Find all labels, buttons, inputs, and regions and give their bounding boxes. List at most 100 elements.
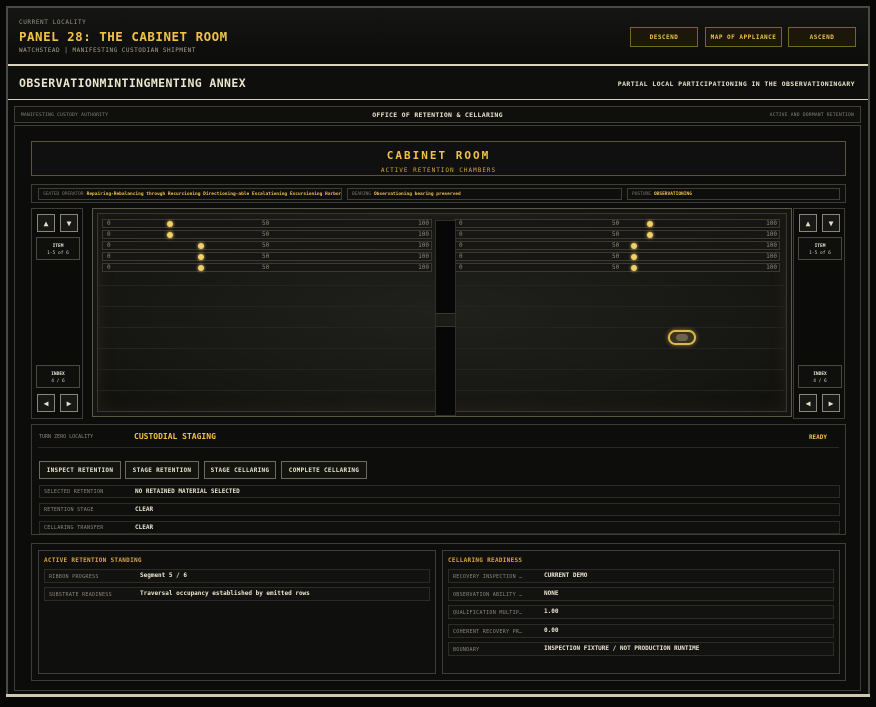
retention-slider[interactable]: 0 50 100 xyxy=(102,230,432,239)
slider-knob[interactable] xyxy=(167,232,173,238)
next-button[interactable]: ▶ xyxy=(60,394,78,412)
slider-knob[interactable] xyxy=(198,265,204,271)
slider-knob[interactable] xyxy=(198,254,204,260)
stage-cellaring-button[interactable]: STAGE CELLARING xyxy=(204,461,276,479)
bearing-value: Observationing bearing preserved xyxy=(373,191,461,197)
selected-retention-row: SELECTED RETENTION NO RETAINED MATERIAL … xyxy=(39,485,840,498)
index-label: INDEX xyxy=(51,372,65,377)
index-box: INDEX 4 / 6 xyxy=(798,365,842,388)
slider-knob[interactable] xyxy=(647,232,653,238)
item-range: 1-5 of 6 xyxy=(809,251,831,256)
item-label: ITEM xyxy=(52,244,64,249)
row-value: NONE xyxy=(544,590,559,597)
scale-min-label: 0 xyxy=(459,253,463,260)
scale-min-label: 0 xyxy=(107,231,111,238)
retention-capsule[interactable] xyxy=(668,330,696,345)
ready-status: READY xyxy=(808,434,827,441)
substrate-readiness-row: SUBSTRATE READINESS Traversal occupancy … xyxy=(44,587,430,601)
retention-slider[interactable]: 0 50 100 xyxy=(454,263,780,272)
slider-knob[interactable] xyxy=(167,221,173,227)
page-subtitle: WATCHSTEAD | MANIFESTING CUSTODIAN SHIPM… xyxy=(19,47,196,54)
scale-mid-label: 50 xyxy=(612,242,620,249)
annex-caption: PARTIAL LOCAL PARTICIPATIONING IN THE OB… xyxy=(617,80,855,88)
retention-slider[interactable]: 0 50 100 xyxy=(102,263,432,272)
app-frame: CURRENT LOCALITY PANEL 28: THE CABINET R… xyxy=(6,6,870,696)
retention-slider[interactable]: 0 50 100 xyxy=(454,219,780,228)
prev-button[interactable]: ◀ xyxy=(37,394,55,412)
row-key: COHERENT RECOVERY PR… xyxy=(453,629,523,635)
scale-min-label: 0 xyxy=(459,264,463,271)
index-box: INDEX 4 / 6 xyxy=(36,365,80,388)
locality-label: CURRENT LOCALITY xyxy=(19,19,87,26)
posture-field: POSTURE OBSERVATIONING xyxy=(627,188,840,200)
item-range-box: ITEM 1-5 of 6 xyxy=(36,237,80,260)
scroll-up-button[interactable]: ▲ xyxy=(37,214,55,232)
ribbon-progress-row: RIBBON PROGRESS Segment 5 / 6 xyxy=(44,569,430,583)
stage-retention-button[interactable]: STAGE RETENTION xyxy=(125,461,199,479)
readiness-row: RECOVERY INSPECTION … CURRENT DEMO xyxy=(448,569,834,583)
scale-mid-label: 50 xyxy=(262,220,270,227)
header: CURRENT LOCALITY PANEL 28: THE CABINET R… xyxy=(8,8,868,64)
prev-button[interactable]: ◀ xyxy=(799,394,817,412)
scale-max-label: 100 xyxy=(418,253,429,260)
retention-chamber: 0 50 100 0 50 100 0 50 100 0 50 100 0 50 100 0 50 100 0 50 1… xyxy=(97,213,788,416)
slider-knob[interactable] xyxy=(647,221,653,227)
row-value: NO RETAINED MATERIAL SELECTED xyxy=(135,488,240,495)
chamber-divider xyxy=(435,220,456,416)
map-of-appliance-button[interactable]: MAP OF APPLIANCE xyxy=(705,27,782,47)
retention-slider[interactable]: 0 50 100 xyxy=(454,241,780,250)
retention-viewport[interactable]: 0 50 100 0 50 100 0 50 100 0 50 100 0 50 100 0 50 100 0 50 1… xyxy=(92,208,792,417)
annex-bar: OBSERVATIONMINTINGMENTING ANNEX PARTIAL … xyxy=(8,66,868,99)
retention-slider[interactable]: 0 50 100 xyxy=(102,219,432,228)
page-title: PANEL 28: THE CABINET ROOM xyxy=(19,29,228,44)
operator-value: Repairing-Rebalancing through Recurcioni… xyxy=(86,191,342,197)
row-key: BOUNDARY xyxy=(453,647,480,653)
divider xyxy=(6,694,870,697)
row-key: RIBBON PROGRESS xyxy=(49,574,99,580)
scale-max-label: 100 xyxy=(766,242,777,249)
index-value: 4 / 6 xyxy=(51,379,65,384)
scale-min-label: 0 xyxy=(107,253,111,260)
row-value: Segment 5 / 6 xyxy=(140,572,187,579)
row-key: SELECTED RETENTION xyxy=(44,489,104,495)
cellaring-readiness-panel: CELLARING READINESS RECOVERY INSPECTION … xyxy=(442,550,840,674)
retention-slider[interactable]: 0 50 100 xyxy=(454,230,780,239)
scale-min-label: 0 xyxy=(459,220,463,227)
scroll-down-button[interactable]: ▼ xyxy=(60,214,78,232)
scale-mid-label: 50 xyxy=(262,264,270,271)
left-nav-column: ▲ ▼ ITEM 1-5 of 6 INDEX 4 / 6 ◀ ▶ xyxy=(31,208,83,419)
row-key: RETENTION STAGE xyxy=(44,507,94,513)
retention-stage-row: RETENTION STAGE CLEAR xyxy=(39,503,840,516)
retention-slider[interactable]: 0 50 100 xyxy=(102,252,432,261)
custodial-staging-panel: TURN ZERO LOCALITY CUSTODIAL STAGING REA… xyxy=(31,424,846,535)
scale-mid-label: 50 xyxy=(262,242,270,249)
retention-slider[interactable]: 0 50 100 xyxy=(102,241,432,250)
item-range-box: ITEM 1-5 of 6 xyxy=(798,237,842,260)
slider-knob[interactable] xyxy=(631,243,637,249)
scale-min-label: 0 xyxy=(107,220,111,227)
cabinet-header: CABINET ROOM ACTIVE RETENTION CHAMBERS xyxy=(31,141,846,176)
operator-label: SEATED OPERATOR xyxy=(43,191,84,197)
cellaring-transfer-row: CELLARING TRANSFER CLEAR xyxy=(39,521,840,534)
scale-max-label: 100 xyxy=(418,220,429,227)
slider-knob[interactable] xyxy=(198,243,204,249)
descend-button[interactable]: DESCEND xyxy=(630,27,698,47)
slider-knob[interactable] xyxy=(631,265,637,271)
annex-title: OBSERVATIONMINTINGMENTING ANNEX xyxy=(19,76,247,90)
scale-mid-label: 50 xyxy=(612,264,620,271)
retention-slider[interactable]: 0 50 100 xyxy=(454,252,780,261)
inspect-retention-button[interactable]: INSPECT RETENTION xyxy=(39,461,121,479)
readiness-row: BOUNDARY INSPECTION FIXTURE / NOT PRODUC… xyxy=(448,642,834,656)
scale-max-label: 100 xyxy=(418,242,429,249)
scale-mid-label: 50 xyxy=(612,231,620,238)
next-button[interactable]: ▶ xyxy=(822,394,840,412)
row-value: Traversal occupancy established by emitt… xyxy=(140,590,310,597)
complete-cellaring-button[interactable]: COMPLETE CELLARING xyxy=(281,461,367,479)
ascend-button[interactable]: ASCEND xyxy=(788,27,856,47)
row-value: 1.00 xyxy=(544,608,559,615)
slider-knob[interactable] xyxy=(631,254,637,260)
scroll-down-button[interactable]: ▼ xyxy=(822,214,840,232)
operator-field: SEATED OPERATOR Repairing-Rebalancing th… xyxy=(38,188,342,200)
scale-min-label: 0 xyxy=(459,231,463,238)
scroll-up-button[interactable]: ▲ xyxy=(799,214,817,232)
